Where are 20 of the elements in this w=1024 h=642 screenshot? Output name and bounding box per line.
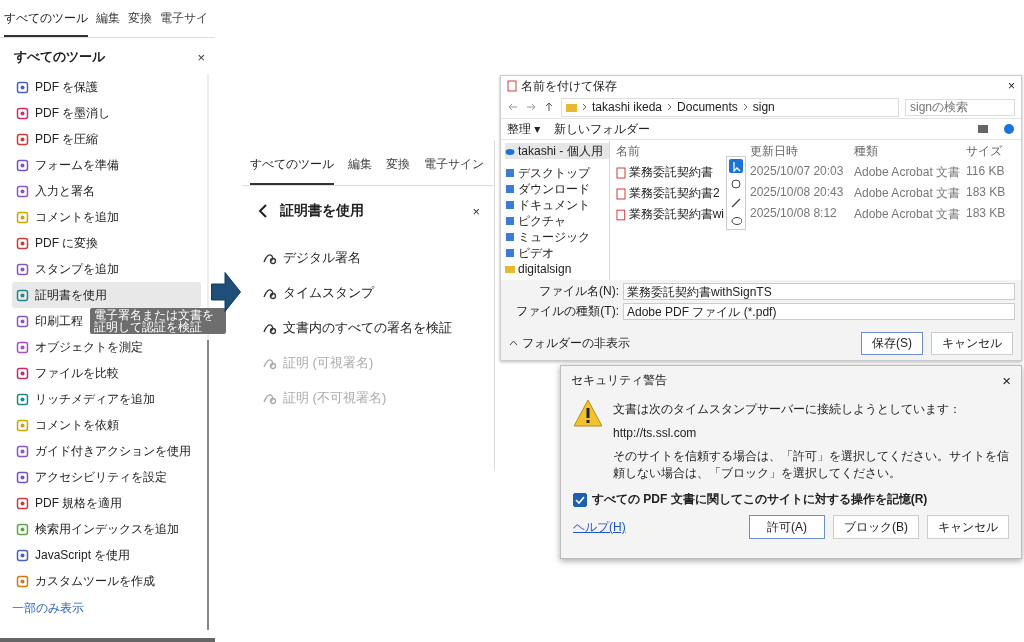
table-cell-text: 183 KB (966, 206, 1007, 222)
dialog-title: 名前を付けて保存 (521, 77, 618, 95)
panel-title: 証明書を使用 (280, 202, 365, 220)
field-label: ファイル名(N): (538, 283, 619, 300)
message-text: そのサイトを信頼する場合は、「許可」を選択してください。サイトを信頼しない場合は、「ブロック」を選択してください。 (613, 448, 1009, 482)
url-text: http://ts.ssl.com (613, 426, 698, 440)
field-label: ファイルの種類(T): (515, 303, 619, 320)
table-cell-text: 183 KB (966, 185, 1007, 201)
table-cell-text: 2025/10/08 8:12 (750, 206, 838, 222)
dialog-title: セキュリティ警告 (571, 372, 667, 389)
tooltip: 電子署名または文書を証明して認証を検証 (90, 308, 226, 334)
panel-title: すべてのツール (14, 48, 105, 66)
table-cell-text: 2025/10/08 20:43 (750, 185, 845, 201)
table-cell-text: Adobe Acrobat 文書 (854, 185, 962, 202)
table-cell-text: 116 KB (966, 164, 1006, 180)
table-cell-text: Adobe Acrobat 文書 (854, 206, 962, 223)
message-text: 文書は次のタイムスタンプサーバーに接続しようとしています： (613, 401, 962, 418)
checkbox-label: すべての PDF 文書に関してこのサイトに対する操作を記憶(R) (592, 491, 928, 508)
table-cell-text: Adobe Acrobat 文書 (854, 164, 962, 181)
table-cell-text: 2025/10/07 20:03 (750, 164, 845, 180)
